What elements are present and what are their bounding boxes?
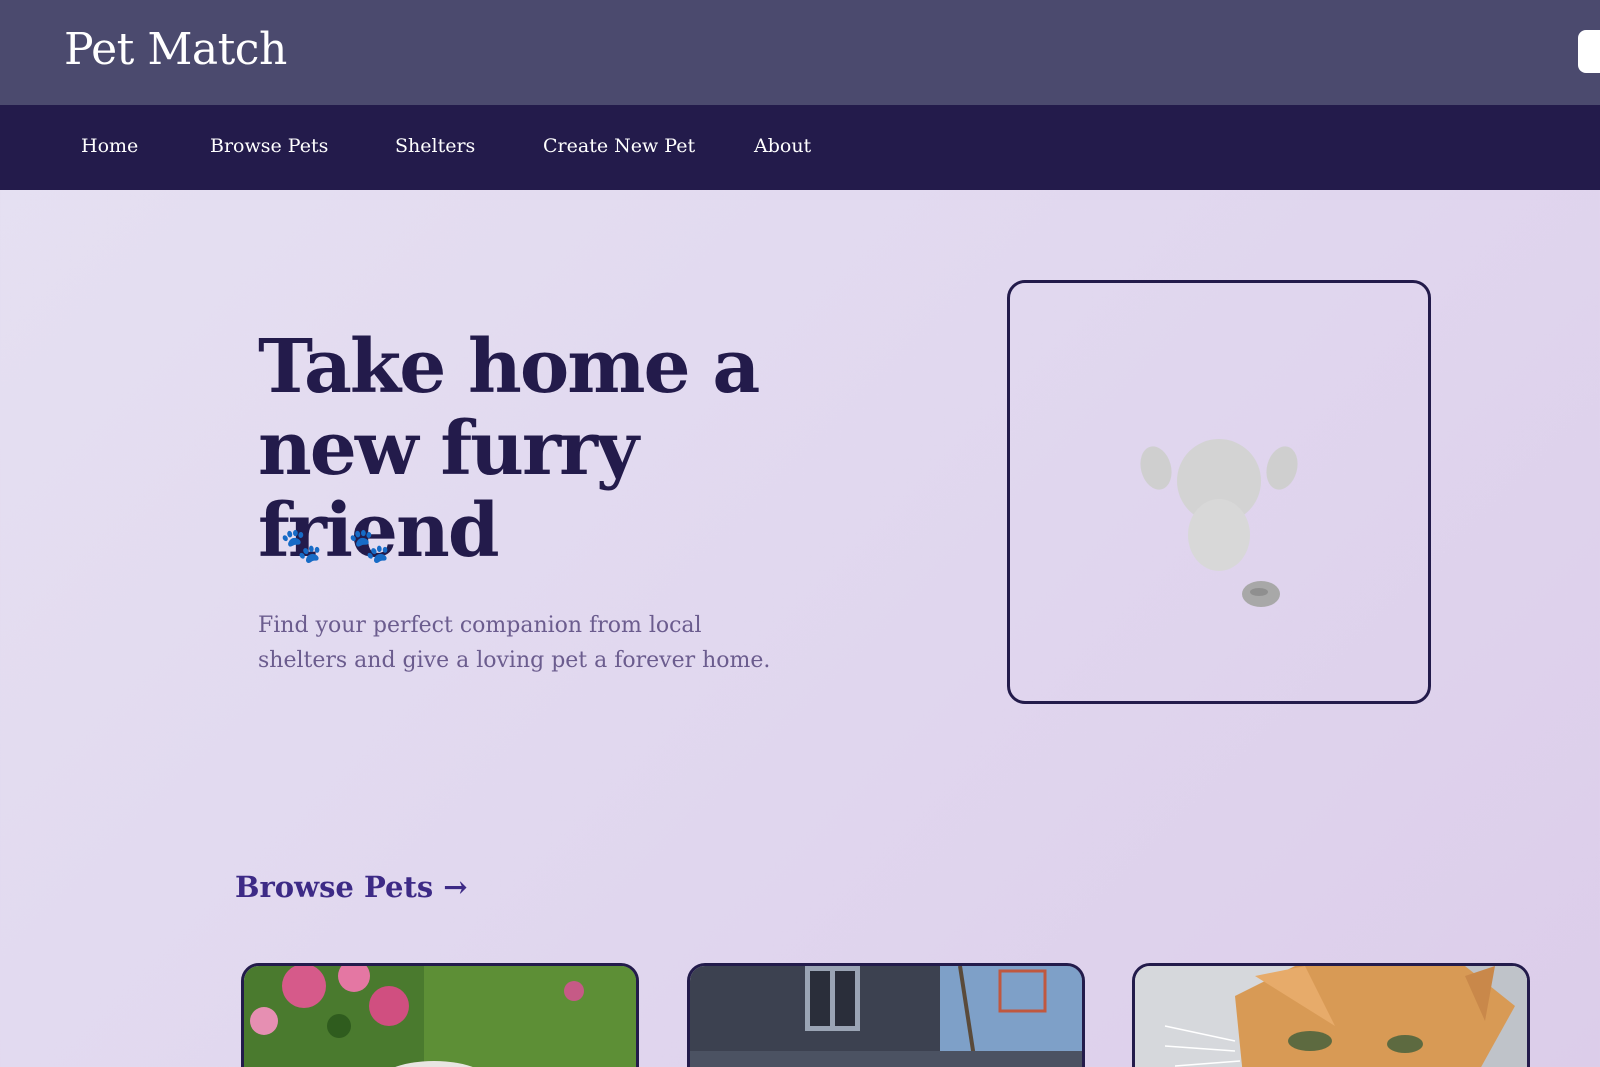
pet-card-dog-flowers[interactable] [241,963,639,1067]
orange-cat-photo [1135,966,1527,1067]
hero-subtitle: Find your perfect companion from local s… [258,613,771,673]
pet-card-orange-cat[interactable] [1132,963,1530,1067]
dog-in-flowers-photo [244,966,636,1067]
nav-item-home[interactable]: Home [81,135,138,157]
nav-item-create-new-pet[interactable]: Create New Pet [543,135,695,157]
paw-prints-icon: 🐾🐾 [280,526,417,566]
main-nav: Home Browse Pets Shelters Create New Pet… [0,105,1600,190]
hero-image-frame [1007,280,1431,704]
hero-title-line-1: Take home a [258,324,760,410]
pet-card-dog-house[interactable] [687,963,1085,1067]
nav-item-about[interactable]: About [754,135,811,157]
nav-item-shelters[interactable]: Shelters [395,135,475,157]
top-bar: Pet Match [0,0,1600,105]
top-right-button[interactable] [1578,30,1600,73]
dog-illustration-icon [1140,439,1298,607]
nav-item-browse-pets[interactable]: Browse Pets [210,135,328,157]
dog-outside-house-photo [690,966,1082,1067]
brand-logo[interactable]: Pet Match [64,24,287,75]
browse-pets-link[interactable]: Browse Pets → [235,870,468,904]
